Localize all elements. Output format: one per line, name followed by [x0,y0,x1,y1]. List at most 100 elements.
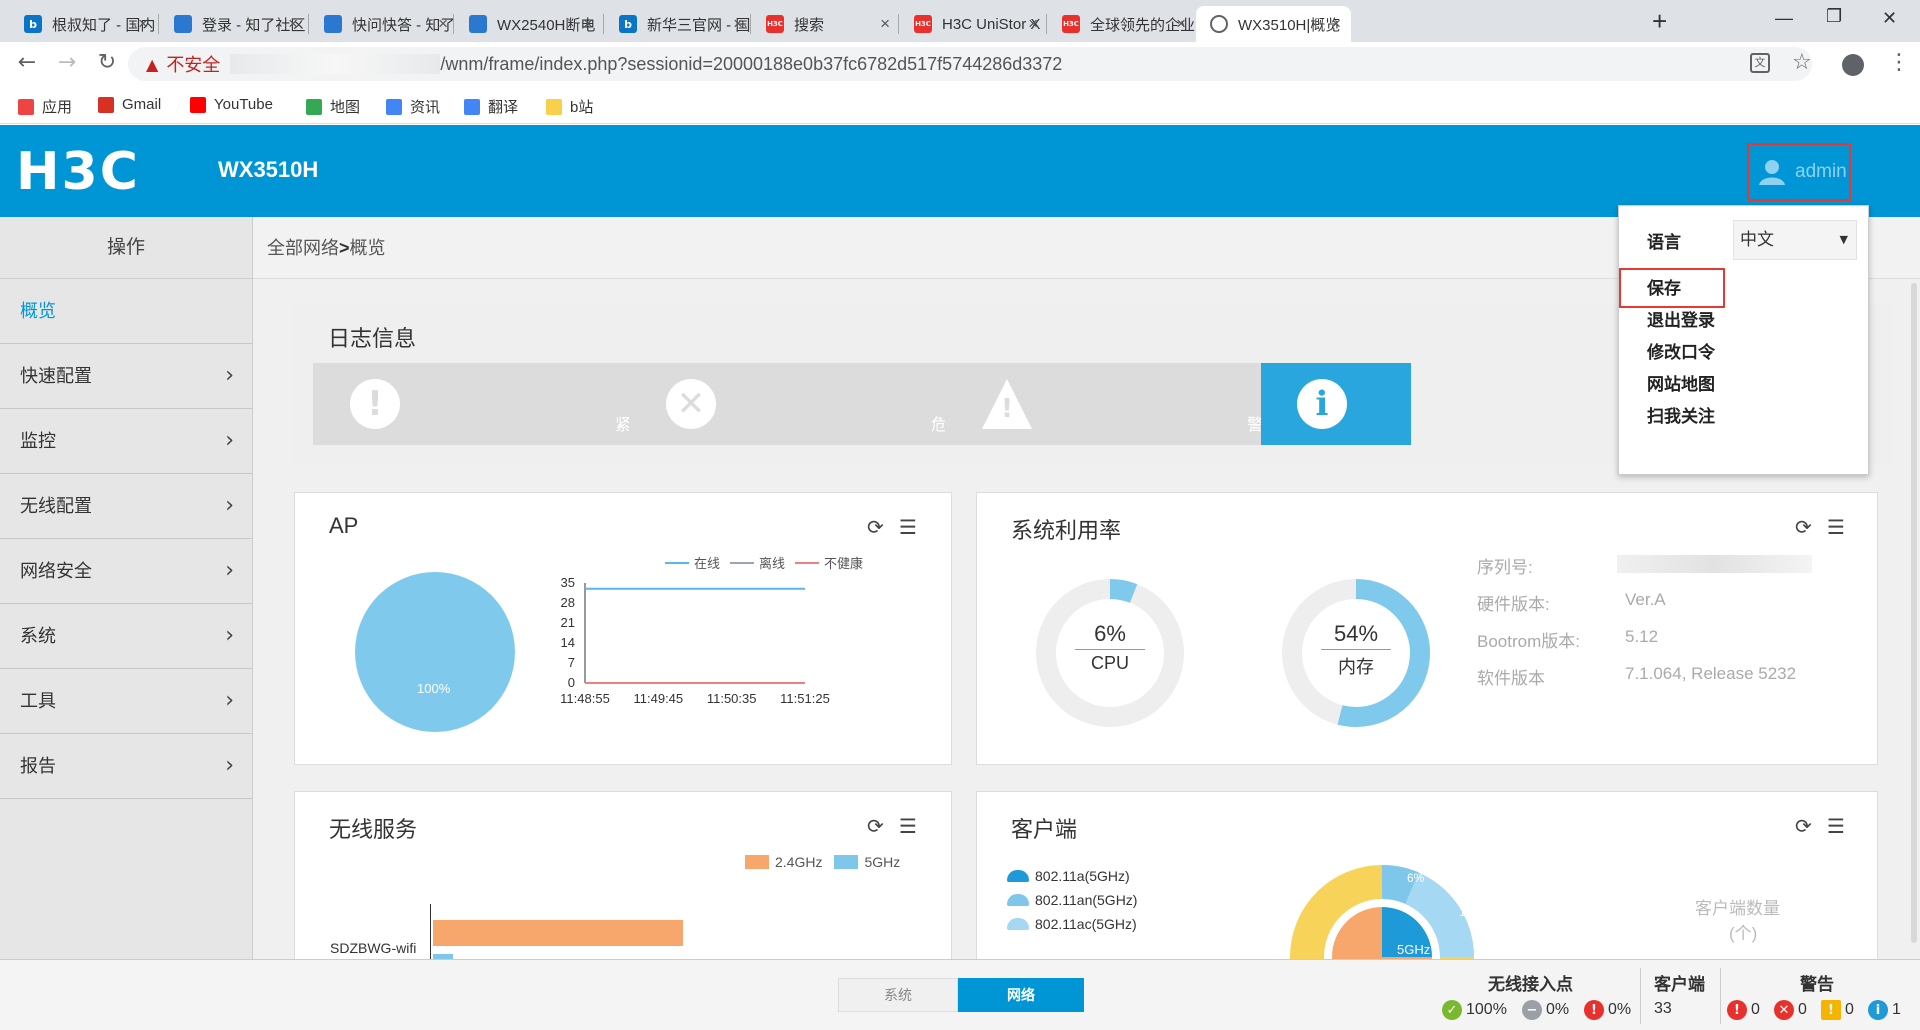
folder-icon [546,98,562,115]
breadcrumb-root[interactable]: 全部网络 [267,238,339,258]
maximize-button[interactable]: ❐ [1826,6,1842,27]
bookmark-youtube[interactable]: YouTube [190,96,273,113]
bookmark-news[interactable]: 资讯 [386,96,440,117]
legend-line [665,561,689,564]
forward-icon[interactable]: → [52,50,82,75]
ap-status-heading: 无线接入点 [1488,975,1573,994]
browser-tab[interactable]: 登录 - 知了社区 × [160,6,308,42]
alarm-warning-value: 0 [1845,1001,1854,1018]
sidebar-item[interactable]: 快速配置 › [0,344,252,409]
protocol-legend-item: 802.11ac(5GHz) [1007,916,1137,932]
bookmarks-bar: 应用 Gmail YouTube 地图 资讯 翻译 b站 [0,86,1920,124]
scrollbar[interactable] [1911,283,1917,943]
sidebar-item[interactable]: 系统 › [0,604,252,669]
sidebar-item-label: 报告 [20,756,56,776]
browser-tab[interactable]: b 新华三官网 - 国 × [605,6,753,42]
x-tick-label: 11:48:55 [560,691,610,706]
bookmark-label: Gmail [122,96,162,113]
back-icon[interactable]: ← [12,50,42,75]
dropdown-item[interactable]: 网站地图 [1647,370,1715,395]
critical-icon: ✕ [666,379,716,429]
star-icon[interactable]: ☆ [1792,50,1812,75]
emergency-icon: ! [350,379,400,429]
close-tab-icon[interactable]: × [583,14,593,34]
browser-tab[interactable]: H3C 搜索 × [752,6,900,42]
info-icon: i [1868,1000,1888,1020]
tab-network[interactable]: 网络 [958,978,1084,1012]
close-tab-icon[interactable]: × [1176,14,1186,34]
sidebar-item[interactable]: 监控 › [0,409,252,474]
client-count-unit: (个) [1729,924,1758,943]
log-card[interactable]: ✕0危险 [629,363,997,445]
bookmark-maps[interactable]: 地图 [306,96,360,117]
profile-icon[interactable] [1842,54,1864,76]
client-donut-chart [1290,865,1474,961]
protocol-label: 802.11an(5GHz) [1035,892,1138,908]
refresh-icon[interactable]: ⟳ [867,515,884,540]
bookmark-translate[interactable]: 翻译 [464,96,518,117]
browser-tab[interactable]: WX3510H|概览 × [1196,6,1351,42]
dropdown-item[interactable]: 保存 [1647,274,1681,299]
donut-label-5ghz: 5GHz [1397,942,1431,957]
log-card[interactable]: !0紧急 [313,363,681,445]
sidebar-item[interactable]: 网络安全 › [0,539,252,604]
cpu-divider [1075,649,1145,650]
translate-icon[interactable]: 文 [1750,53,1770,73]
bookmark-label: YouTube [214,96,273,113]
browser-tab[interactable]: b 根叔知了 - 国内 × [10,6,158,42]
close-tab-icon[interactable]: × [1331,14,1341,34]
refresh-icon[interactable]: ⟳ [867,814,884,839]
close-tab-icon[interactable]: × [733,14,743,34]
bookmark-folder[interactable]: b站 [546,96,593,117]
list-menu-icon[interactable]: ☰ [1827,515,1845,540]
new-tab-button[interactable]: + [1652,6,1667,37]
serial-key: 序列号: [1477,558,1533,577]
browser-tab[interactable]: WX2540H断电 × [455,6,603,42]
close-tab-icon[interactable]: × [880,14,890,34]
sidebar-item[interactable]: 工具 › [0,669,252,734]
close-tab-icon[interactable]: × [438,14,448,34]
list-menu-icon[interactable]: ☰ [899,515,917,540]
log-card[interactable]: i [1261,363,1411,445]
refresh-icon[interactable]: ⟳ [1795,515,1812,540]
url-field[interactable]: ▲ 不安全 /wnm/frame/index.php?sessionid=200… [128,47,1812,81]
user-menu-button[interactable]: admin [1747,143,1851,201]
sidebar-item[interactable]: 报告 › [0,734,252,799]
minimize-button[interactable]: — [1775,8,1793,29]
user-name: admin [1795,161,1847,182]
dropdown-item[interactable]: 退出登录 [1647,306,1715,331]
sidebar-item[interactable]: 概览 [0,279,252,344]
dropdown-item[interactable]: 修改口令 [1647,338,1715,363]
chevron-right-icon: › [225,753,234,778]
protocol-legend-item: 802.11an(5GHz) [1007,892,1137,908]
not-secure-icon: ▲ [146,54,159,74]
list-menu-icon[interactable]: ☰ [1827,814,1845,839]
bookmark-apps-grid[interactable]: 应用 [18,96,72,117]
tab-system[interactable]: 系统 [838,978,958,1012]
close-tab-icon[interactable]: × [138,14,148,34]
language-select[interactable]: 中文 ▼ [1733,220,1857,260]
browser-tab[interactable]: H3C 全球领先的企业 × [1048,6,1196,42]
bookmark-gmail[interactable]: Gmail [98,96,161,113]
refresh-icon[interactable]: ⟳ [1795,814,1812,839]
sidebar-item[interactable]: 无线配置 › [0,474,252,539]
menu-kebab-icon[interactable]: ⋮ [1888,50,1910,75]
log-card[interactable]: !0警告 [945,363,1313,445]
close-window-button[interactable]: ✕ [1882,8,1897,29]
protocol-label: 802.11ac(5GHz) [1035,916,1137,932]
ap-unhealthy-value: 0% [1608,1001,1632,1018]
browser-tab[interactable]: H3C H3C UniStor X × [900,6,1048,42]
ap-unhealthy-stat: ! 0% [1584,1000,1631,1020]
ap-trend-chart: 0 7 14 21 28 35 11:48:55 11:49:45 11:50:35 11:51:… [560,575,830,706]
sidebar-item-label: 网络安全 [20,561,92,581]
legend-5ghz-swatch [834,855,859,869]
browser-tab[interactable]: 快问快答 - 知了 × [310,6,458,42]
zhiliao-icon [324,15,342,33]
reload-icon[interactable]: ↻ [92,50,122,75]
close-tab-icon[interactable]: × [288,14,298,34]
close-tab-icon[interactable]: × [1028,14,1038,34]
list-menu-icon[interactable]: ☰ [899,814,917,839]
footer-divider [1640,968,1641,1024]
ssid-24ghz-bar [433,920,683,946]
dropdown-item[interactable]: 扫我关注 [1647,402,1715,427]
